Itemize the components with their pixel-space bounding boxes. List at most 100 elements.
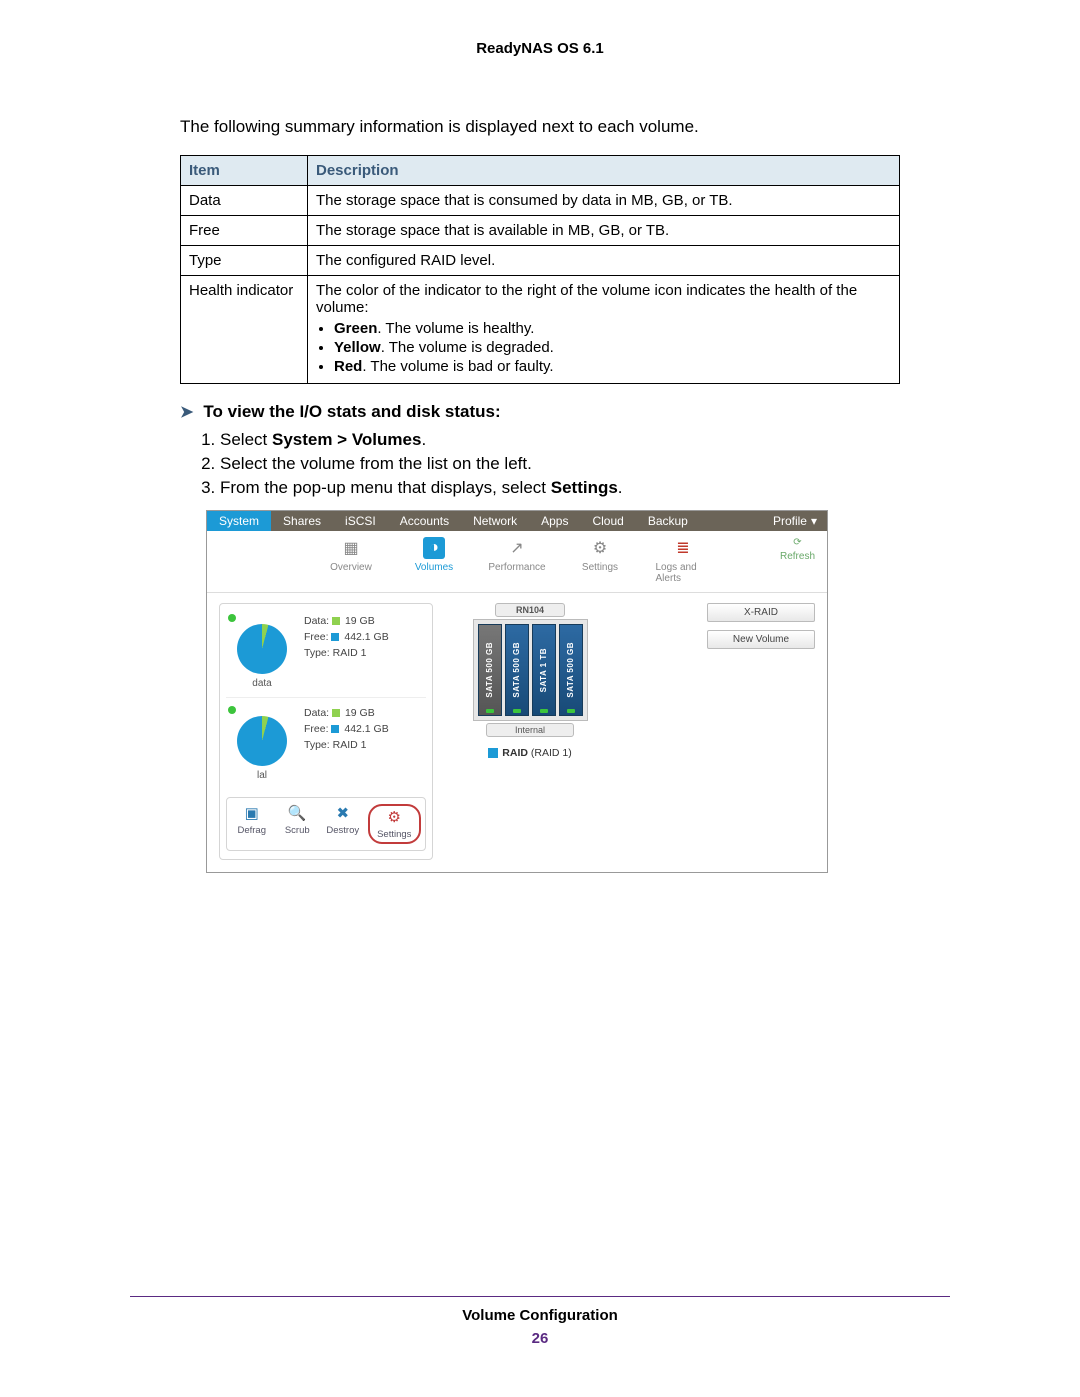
action-label: Scrub (285, 825, 310, 836)
defrag-button[interactable]: ▣Defrag (231, 804, 273, 844)
subtab-logs[interactable]: ≣ Logs and Alerts (656, 537, 711, 584)
destroy-button[interactable]: ✖ Destroy (322, 804, 364, 844)
intro-text: The following summary information is dis… (180, 117, 900, 137)
table-row: Data The storage space that is consumed … (181, 186, 900, 216)
sub-nav: ▦ Overview ◑ Volumes ↗ Performance ⚙ Set… (207, 531, 827, 593)
tab-shares[interactable]: Shares (271, 511, 333, 531)
led-icon (540, 709, 548, 713)
tab-apps[interactable]: Apps (529, 511, 580, 531)
volume-stats: Data: 19 GB Free: 442.1 GB Type: RAID 1 (304, 614, 389, 689)
drive-bay[interactable]: SATA 500 GB (478, 624, 502, 716)
stat-value: 442.1 GB (344, 723, 388, 735)
settings-button[interactable]: ⚙Settings (368, 804, 422, 844)
cell-desc-health: The color of the indicator to the right … (308, 276, 900, 384)
step-text: . (618, 478, 623, 497)
scrub-icon: 🔍 (288, 804, 307, 822)
health-indicator-icon (228, 706, 236, 714)
overview-icon: ▦ (340, 537, 362, 559)
health-bold: Green (334, 320, 377, 337)
subtab-volumes[interactable]: ◑ Volumes (407, 537, 462, 584)
drive-bay[interactable]: SATA 1 TB (532, 624, 556, 716)
drive-bay[interactable]: SATA 500 GB (559, 624, 583, 716)
refresh-button[interactable]: ⟳ Refresh (780, 537, 815, 562)
internal-label: Internal (486, 723, 574, 737)
performance-icon: ↗ (506, 537, 528, 559)
subtab-label: Performance (488, 562, 545, 573)
bay-label: SATA 500 GB (485, 642, 494, 698)
device-model-label: RN104 (495, 603, 565, 617)
stat-value: 19 GB (345, 615, 375, 627)
bay-label: SATA 500 GB (566, 642, 575, 698)
refresh-icon: ⟳ (793, 537, 801, 548)
step-text: From the pop-up menu that displays, sele… (220, 478, 551, 497)
subtab-overview[interactable]: ▦ Overview (324, 537, 379, 584)
bay-label: SATA 1 TB (539, 648, 548, 692)
volumes-icon: ◑ (423, 537, 445, 559)
stat-label: Type: (304, 739, 330, 751)
tab-iscsi[interactable]: iSCSI (333, 511, 388, 531)
tab-network[interactable]: Network (461, 511, 529, 531)
cell-desc: The storage space that is available in M… (308, 216, 900, 246)
volume-pie-chart (237, 624, 287, 674)
device-panel: RN104 SATA 500 GB SATA 500 GB SATA 1 TB … (445, 603, 615, 860)
cell-item: Health indicator (181, 276, 308, 384)
volume-actions-toolbar: ▣Defrag 🔍 Scrub ✖ Destroy ⚙Settings (226, 797, 426, 851)
cell-item: Free (181, 216, 308, 246)
doc-header-title: ReadyNAS OS 6.1 (180, 40, 900, 57)
volume-name: data (252, 678, 271, 689)
top-nav: System Shares iSCSI Accounts Network App… (207, 511, 827, 531)
stat-label: Free: (304, 723, 329, 735)
tab-accounts[interactable]: Accounts (388, 511, 461, 531)
volume-stats: Data: 19 GB Free: 442.1 GB Type: RAID 1 (304, 706, 389, 781)
th-item: Item (181, 156, 308, 186)
health-indicator-icon (228, 614, 236, 622)
chevron-down-icon: ▾ (811, 514, 817, 528)
th-desc: Description (308, 156, 900, 186)
volume-pie-chart (237, 716, 287, 766)
step-text: Select (220, 430, 272, 449)
volume-item[interactable]: lal Data: 19 GB Free: 442.1 GB Type: RAI… (226, 697, 426, 789)
new-volume-button[interactable]: New Volume (707, 630, 815, 649)
cell-desc: The storage space that is consumed by da… (308, 186, 900, 216)
step-bold: System > Volumes (272, 430, 421, 449)
tab-system[interactable]: System (207, 511, 271, 531)
cell-desc: The configured RAID level. (308, 246, 900, 276)
health-text: . The volume is healthy. (377, 320, 534, 337)
drive-bays: SATA 500 GB SATA 500 GB SATA 1 TB SATA 5… (473, 619, 588, 721)
drive-bay[interactable]: SATA 500 GB (505, 624, 529, 716)
stat-value: RAID 1 (333, 739, 367, 751)
cell-item: Data (181, 186, 308, 216)
raid-swatch-icon (488, 748, 498, 758)
health-bullet: Green. The volume is healthy. (334, 320, 891, 337)
raid-legend-bold: RAID (502, 747, 528, 759)
steps-list: Select System > Volumes. Select the volu… (180, 430, 900, 498)
subtab-label: Settings (582, 562, 618, 573)
volume-item[interactable]: data Data: 19 GB Free: 442.1 GB Type: RA… (226, 610, 426, 697)
profile-menu[interactable]: Profile ▾ (763, 511, 827, 531)
subtab-settings[interactable]: ⚙ Settings (573, 537, 628, 584)
stat-label: Type: (304, 647, 330, 659)
refresh-label: Refresh (780, 551, 815, 562)
subtab-label: Overview (330, 562, 372, 573)
stat-label: Data: (304, 707, 329, 719)
table-row-health: Health indicator The color of the indica… (181, 276, 900, 384)
summary-table: Item Description Data The storage space … (180, 155, 900, 384)
data-swatch-icon (332, 709, 340, 717)
stat-value: 19 GB (345, 707, 375, 719)
step-bold: Settings (551, 478, 618, 497)
page-number: 26 (0, 1330, 1080, 1347)
stat-label: Data: (304, 615, 329, 627)
tab-cloud[interactable]: Cloud (580, 511, 635, 531)
action-label: Destroy (326, 825, 359, 836)
volume-list-panel: data Data: 19 GB Free: 442.1 GB Type: RA… (219, 603, 433, 860)
scrub-button[interactable]: 🔍 Scrub (277, 804, 319, 844)
destroy-icon: ✖ (336, 804, 349, 822)
step-text: . (421, 430, 426, 449)
action-label: Settings (377, 829, 411, 840)
table-row: Free The storage space that is available… (181, 216, 900, 246)
tab-backup[interactable]: Backup (636, 511, 700, 531)
xraid-button[interactable]: X-RAID (707, 603, 815, 622)
logs-icon: ≣ (672, 537, 694, 559)
health-lead: The color of the indicator to the right … (316, 282, 857, 316)
subtab-performance[interactable]: ↗ Performance (490, 537, 545, 584)
